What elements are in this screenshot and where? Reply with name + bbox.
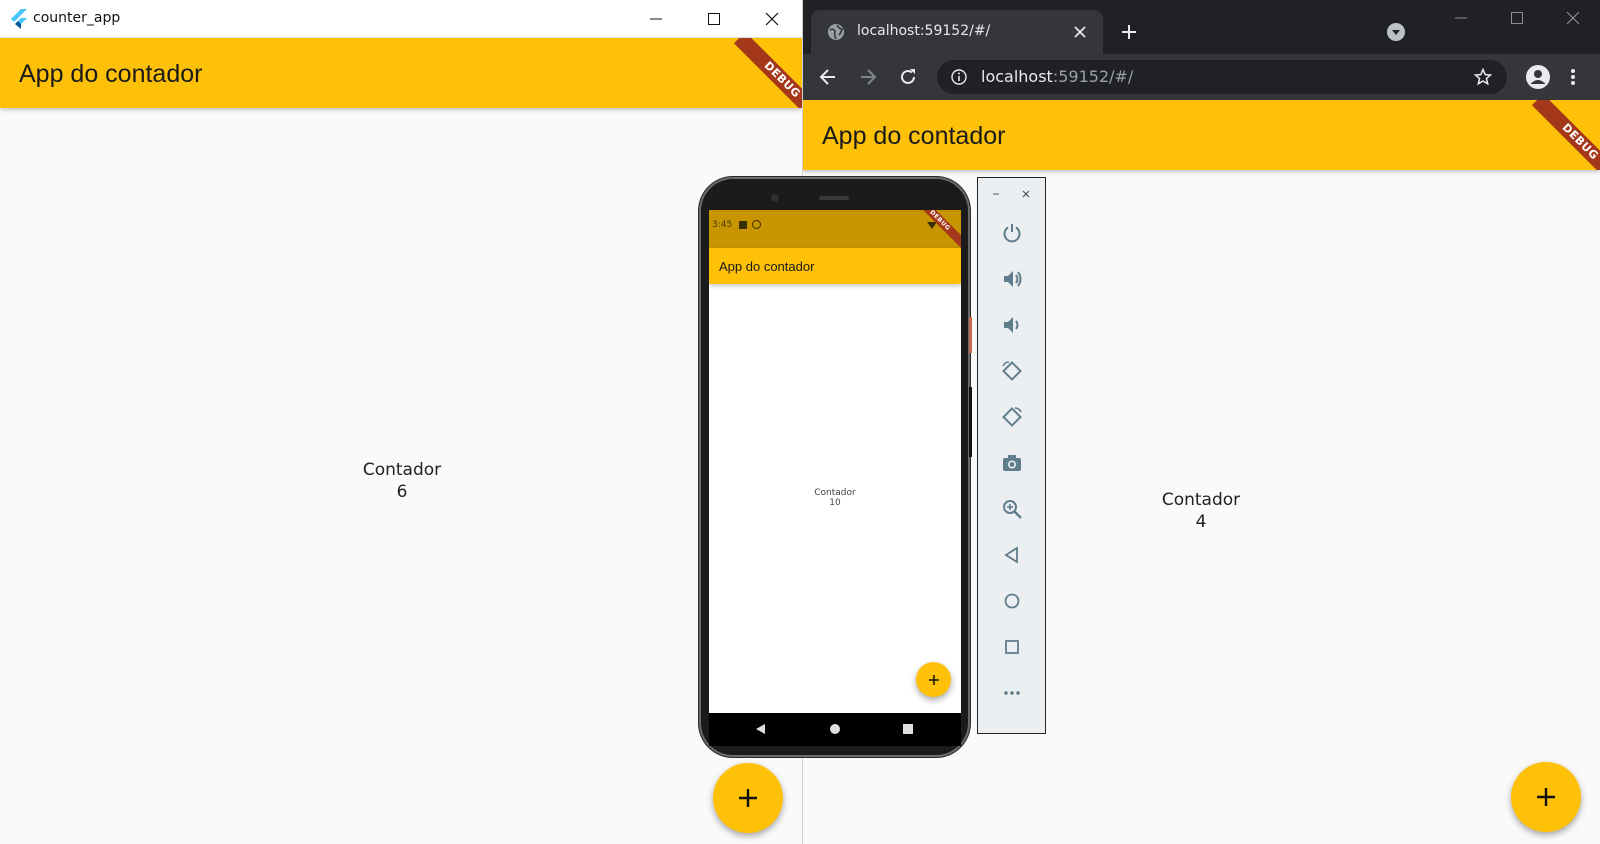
notification-icon <box>739 221 747 229</box>
counter-value: 6 <box>396 482 408 502</box>
counter-label: Contador <box>814 488 856 498</box>
minimize-button[interactable] <box>627 0 685 37</box>
info-icon[interactable] <box>950 68 968 86</box>
home-icon[interactable] <box>829 723 841 735</box>
counter-label: Contador <box>1161 490 1241 510</box>
power-side-button <box>969 317 972 353</box>
rotate-right-icon[interactable] <box>978 397 1045 437</box>
profile-avatar-icon[interactable] <box>1525 64 1551 90</box>
reload-icon[interactable] <box>897 66 919 88</box>
increment-fab[interactable] <box>1511 762 1581 832</box>
rotate-left-icon[interactable] <box>978 351 1045 391</box>
debug-banner: DEBUG <box>912 210 961 249</box>
app-bar-title: App do contador <box>719 259 815 274</box>
back-arrow-icon[interactable] <box>817 66 839 88</box>
counter-value: 4 <box>1195 512 1207 532</box>
power-icon[interactable] <box>978 213 1045 253</box>
android-emulator-device: 3:45 DEBUG App do contador Contador 10 <box>699 177 972 757</box>
url-text[interactable]: localhost:59152/#/ <box>981 67 1133 86</box>
tab-title: localhost:59152/#/ <box>857 23 991 39</box>
app-bar-title: App do contador <box>19 60 203 88</box>
status-time: 3:45 <box>712 220 733 230</box>
volume-down-icon[interactable] <box>978 305 1045 345</box>
front-camera <box>771 194 779 202</box>
counter-display: Contador 10 <box>785 488 885 508</box>
overview-icon[interactable] <box>902 723 914 735</box>
counter-display: Contador 4 <box>1101 490 1301 532</box>
maximize-button[interactable] <box>1507 8 1527 28</box>
more-icon[interactable] <box>978 673 1045 713</box>
emulator-screen[interactable]: 3:45 DEBUG App do contador Contador 10 <box>709 210 961 746</box>
emulator-control-panel <box>977 177 1046 734</box>
url-path: :59152/#/ <box>1052 67 1134 86</box>
earpiece-speaker <box>819 196 849 200</box>
add-icon <box>928 674 940 686</box>
debug-banner: DEBUG <box>733 38 802 108</box>
close-button[interactable] <box>743 0 801 37</box>
bookmark-star-icon[interactable] <box>1473 67 1493 87</box>
window-titlebar[interactable]: counter_app <box>0 0 802 38</box>
increment-fab[interactable] <box>713 763 783 833</box>
close-button[interactable] <box>1563 8 1583 28</box>
navigation-bar <box>709 713 961 746</box>
browser-tab[interactable]: localhost:59152/#/ <box>811 10 1103 54</box>
app-bar-title: App do contador <box>822 122 1006 150</box>
app-bar: App do contador DEBUG <box>0 38 802 108</box>
flutter-logo-icon <box>10 9 28 29</box>
menu-kebab-icon[interactable] <box>1563 66 1583 88</box>
sync-icon <box>752 220 761 229</box>
app-bar: App do contador <box>709 248 961 284</box>
panel-minimize-icon[interactable] <box>986 184 1006 204</box>
desktop-app-window: counter_app App do contador DEBUG Contad… <box>0 0 803 844</box>
back-icon[interactable] <box>754 723 766 735</box>
increment-fab[interactable] <box>916 662 951 697</box>
status-bar: 3:45 DEBUG <box>709 210 961 249</box>
new-tab-icon[interactable] <box>1119 22 1139 42</box>
globe-icon <box>827 23 845 41</box>
address-bar[interactable]: localhost:59152/#/ <box>937 60 1507 94</box>
counter-value: 10 <box>829 498 841 508</box>
volume-up-icon[interactable] <box>978 259 1045 299</box>
home-icon[interactable] <box>978 581 1045 621</box>
add-icon <box>736 786 760 810</box>
url-host: localhost <box>981 67 1053 86</box>
zoom-icon[interactable] <box>978 489 1045 529</box>
debug-banner: DEBUG <box>1531 100 1600 170</box>
forward-arrow-icon[interactable] <box>857 66 879 88</box>
overview-icon[interactable] <box>978 627 1045 667</box>
add-icon <box>1534 785 1558 809</box>
tab-strip: localhost:59152/#/ <box>803 0 1600 54</box>
camera-icon[interactable] <box>978 443 1045 483</box>
panel-close-icon[interactable] <box>1016 184 1036 204</box>
counter-display: Contador 6 <box>302 460 502 502</box>
maximize-button[interactable] <box>685 0 743 37</box>
back-icon[interactable] <box>978 535 1045 575</box>
tab-search-icon[interactable] <box>1386 22 1406 42</box>
window-title: counter_app <box>33 10 121 26</box>
volume-side-button <box>969 387 972 457</box>
minimize-button[interactable] <box>1451 8 1471 28</box>
app-bar: App do contador DEBUG <box>803 100 1600 170</box>
tab-close-icon[interactable] <box>1071 23 1089 41</box>
counter-label: Contador <box>362 460 442 480</box>
browser-toolbar: localhost:59152/#/ <box>803 54 1600 100</box>
